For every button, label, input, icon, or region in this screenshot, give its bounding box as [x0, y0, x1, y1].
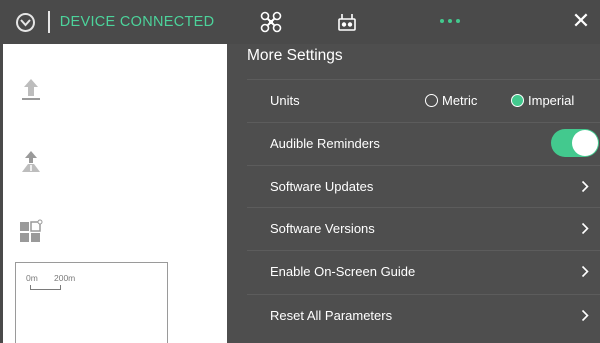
units-imperial-radio[interactable]: Imperial — [511, 93, 574, 108]
software-updates-label: Software Updates — [270, 179, 374, 194]
chevron-right-icon — [580, 180, 590, 194]
reset-parameters-row[interactable]: Reset All Parameters — [247, 294, 600, 336]
more-icon[interactable] — [440, 19, 460, 23]
software-updates-row[interactable]: Software Updates — [247, 165, 600, 207]
status-divider — [47, 11, 50, 33]
radio-selected-icon — [511, 94, 524, 107]
units-row: Units Metric Imperial — [247, 79, 600, 121]
panel-header: ✕ — [227, 0, 600, 44]
software-versions-row[interactable]: Software Versions — [247, 207, 600, 249]
chevron-right-icon — [580, 265, 590, 279]
audible-reminders-label: Audible Reminders — [270, 136, 380, 151]
return-home-icon[interactable] — [18, 148, 44, 174]
units-label: Units — [270, 93, 300, 108]
metric-label: Metric — [442, 93, 478, 108]
chevron-right-icon — [580, 309, 590, 323]
mini-map[interactable]: 0m 200m — [15, 262, 168, 343]
scale-start-label: 0m — [26, 273, 38, 283]
audible-reminders-row: Audible Reminders — [247, 122, 600, 164]
on-screen-guide-label: Enable On-Screen Guide — [270, 264, 416, 279]
imperial-label: Imperial — [528, 93, 575, 108]
radio-unselected-icon — [425, 94, 438, 107]
takeoff-icon[interactable] — [18, 76, 44, 102]
audible-reminders-toggle[interactable] — [551, 129, 599, 157]
chevron-right-icon — [580, 222, 590, 236]
more-settings-panel: ✕ More Settings Units Metric Imperial Au… — [227, 0, 600, 343]
widgets-icon[interactable] — [18, 218, 44, 244]
scale-end-label: 200m — [54, 273, 76, 283]
aircraft-icon[interactable] — [259, 11, 283, 33]
close-icon[interactable]: ✕ — [571, 9, 591, 33]
reset-parameters-label: Reset All Parameters — [270, 308, 393, 323]
software-versions-label: Software Versions — [270, 221, 375, 236]
status-bar: DEVICE CONNECTED — [0, 0, 227, 44]
toggle-knob — [572, 130, 598, 156]
remote-controller-icon[interactable] — [336, 11, 358, 33]
on-screen-guide-row[interactable]: Enable On-Screen Guide — [247, 250, 600, 292]
scale-bar — [30, 285, 61, 290]
chevron-circle-icon[interactable] — [16, 12, 35, 32]
connection-status: DEVICE CONNECTED — [59, 14, 215, 30]
units-metric-radio[interactable]: Metric — [425, 93, 477, 108]
panel-title: More Settings — [247, 47, 343, 64]
